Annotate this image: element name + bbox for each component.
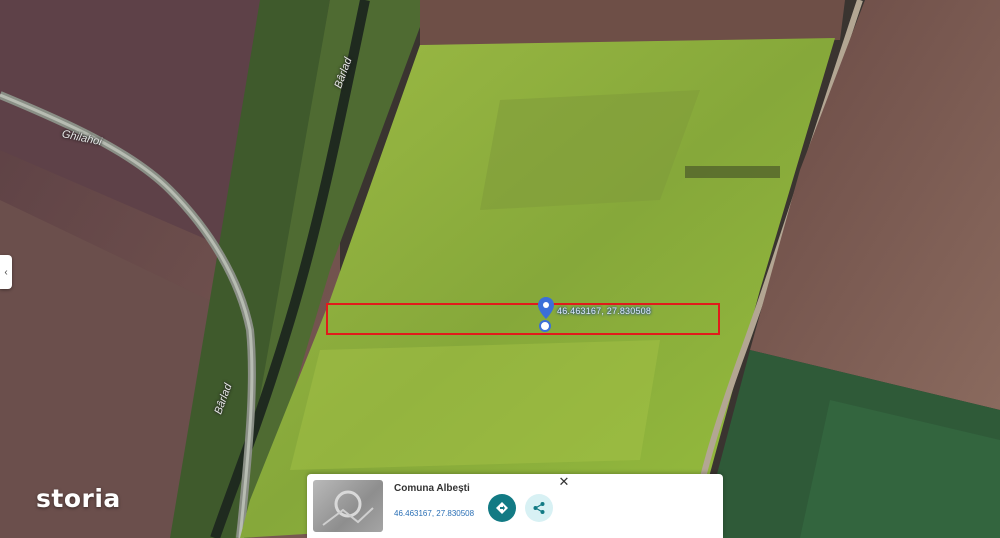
pin-coordinates-label: 46.463167, 27.830508 [557,306,652,316]
place-coordinates: 46.463167, 27.830508 [394,509,475,518]
thumbnail-image-icon [322,490,374,526]
close-button[interactable]: ✕ [557,475,571,489]
satellite-terrain [0,0,1000,538]
place-thumbnail[interactable] [313,480,383,532]
parcel-highlight [326,303,720,335]
satellite-map[interactable]: Ghilahoi Bârlad Bârlad 46.463167, 27.830… [0,0,1000,538]
side-panel-toggle[interactable]: ‹ [0,255,12,289]
chevron-left-icon: ‹ [4,266,8,278]
share-icon [533,502,545,514]
place-name: Comuna Albești [394,483,470,494]
location-dot-icon [539,320,551,332]
place-info-card: Comuna Albești 46.463167, 27.830508 ✕ [307,474,723,538]
directions-button[interactable] [488,494,516,522]
location-pin-icon[interactable] [537,297,555,321]
storia-logo: storia [36,484,121,513]
directions-icon [496,502,508,514]
share-button[interactable] [525,494,553,522]
